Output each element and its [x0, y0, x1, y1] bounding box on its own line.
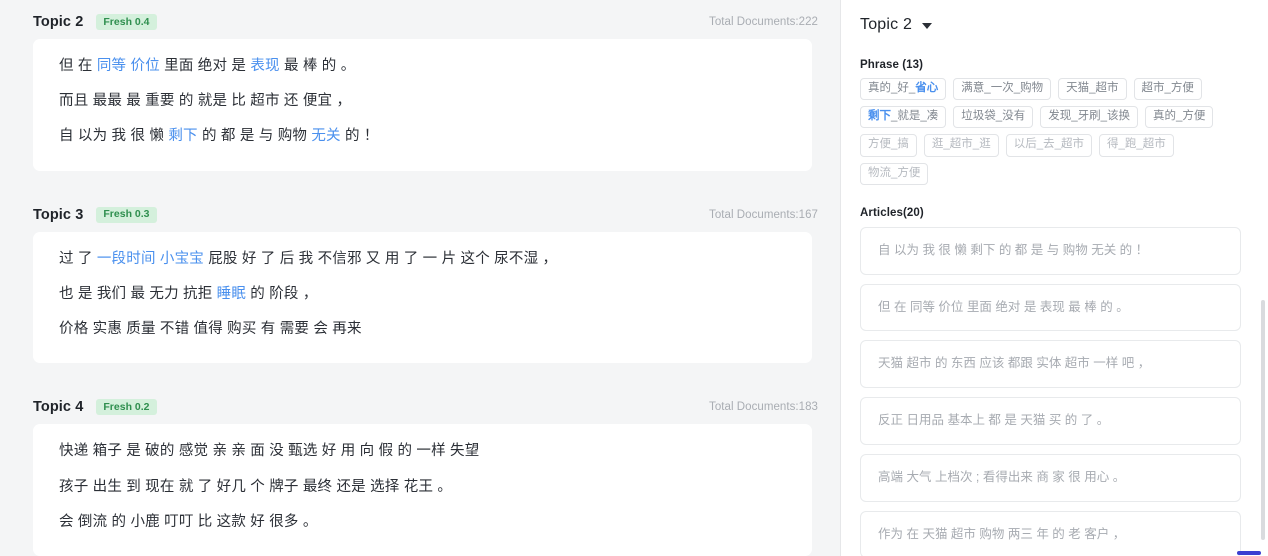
document-text: 里面 绝对 是: [159, 58, 251, 74]
topic-selector-dropdown[interactable]: Topic 2: [860, 14, 933, 34]
phrase-text: 满意_一次_购物: [961, 82, 1044, 94]
topic-divider: [0, 171, 840, 193]
topic-title: Topic 3: [33, 206, 84, 223]
topic-documents-card: 过 了 一段时间 小宝宝 屁股 好 了 后 我 不信邪 又 用 了 一 片 这个…: [33, 231, 812, 364]
phrase-chip[interactable]: 满意_一次_购物: [953, 78, 1052, 101]
topic-card: Topic 3 Fresh 0.3 Total Documents:167 过 了 一…: [0, 192, 840, 364]
phrase-text: 超市_方便: [1141, 82, 1194, 94]
highlighted-term: 一段时间 小宝宝: [96, 250, 204, 267]
details-panel-scrollbar[interactable]: [1261, 300, 1265, 540]
phrase-text: 真的_好_: [868, 82, 916, 94]
phrase-text: 天猫_超市: [1066, 82, 1119, 94]
article-list: 自 以为 我 很 懒 剩下 的 都 是 与 购物 无关 的 ！ 但 在 同等 价位…: [860, 226, 1241, 556]
article-card[interactable]: 天猫 超市 的 东西 应该 都跟 实体 超市 一样 吧 ，: [860, 340, 1241, 389]
phrase-text: 得_跑_超市: [1107, 138, 1166, 151]
article-card[interactable]: 作为 在 天猫 超市 购物 两三 年 的 老 客户 ，: [860, 510, 1241, 556]
freshness-badge: Fresh 0.2: [96, 399, 157, 416]
phrase-chip[interactable]: 天猫_超市: [1058, 78, 1127, 101]
highlighted-term: 剩下: [168, 128, 198, 145]
highlighted-term: 无关: [311, 128, 341, 145]
document-line: 过 了 一段时间 小宝宝 屁股 好 了 后 我 不信邪 又 用 了 一 片 这个…: [59, 250, 786, 267]
chevron-down-icon[interactable]: [922, 23, 933, 29]
article-card[interactable]: 但 在 同等 价位 里面 绝对 是 表现 最 棒 的 。: [860, 283, 1241, 332]
total-documents-label: Total Documents:222: [709, 16, 818, 28]
document-text: 的 ！: [340, 128, 379, 145]
articles-section-label: Articles(20): [860, 206, 924, 219]
document-text: 但 在: [59, 58, 97, 74]
total-documents-label: Total Documents:183: [709, 401, 818, 414]
document-text: 会 倒流 的 小鹿 叮叮 比 这款 好 很多 。: [59, 513, 318, 530]
phrase-text: 以后_去_超市: [1013, 138, 1084, 151]
topic-divider: [0, 363, 840, 385]
highlighted-term: 同等 价位: [96, 58, 160, 74]
app-root: Topic 2 Fresh 0.4 Total Documents:222 但 在 同…: [0, 0, 1268, 556]
document-text: 而且 最最 最 重要 的 就是 比 超市 还 便宜 ，: [59, 93, 352, 110]
highlighted-term: 剩下: [868, 110, 891, 123]
topic-title: Topic 4: [33, 399, 84, 416]
article-card[interactable]: 反正 日用品 基本上 都 是 天猫 买 的 了 。: [860, 397, 1241, 445]
phrase-text: 真的_方便: [1153, 110, 1206, 123]
phrase-text: _就是_凑: [891, 110, 939, 123]
topic-header: Topic 3 Fresh 0.3 Total Documents:167: [0, 193, 840, 232]
page-scroll-indicator[interactable]: [1237, 551, 1261, 555]
topic-selector-label: Topic 2: [860, 16, 913, 33]
document-line: 但 在 同等 价位 里面 绝对 是 表现 最 棒 的 。: [59, 58, 786, 74]
topic-header: Topic 2 Fresh 0.4 Total Documents:222: [0, 0, 840, 39]
document-text: 也 是 我们 最 无力 抗拒: [59, 285, 217, 302]
document-line: 自 以为 我 很 懒 剩下 的 都 是 与 购物 无关 的 ！: [59, 129, 786, 144]
details-panel[interactable]: Topic 2 Phrase (13) 真的_好_省心 满意_一次_购物 天猫_超市…: [841, 0, 1268, 556]
phrase-text: 垃圾袋_没有: [961, 110, 1026, 123]
phrase-chip[interactable]: 剩下_就是_凑: [860, 106, 947, 129]
document-line: 孩子 出生 到 现在 就 了 好几 个 牌子 最终 还是 选择 花王 。: [59, 478, 786, 495]
document-text: 过 了: [59, 250, 97, 267]
document-line: 价格 实惠 质量 不错 值得 购买 有 需要 会 再来: [59, 321, 786, 338]
phrase-chip[interactable]: 以后_去_超市: [1005, 134, 1092, 157]
document-line: 而且 最最 最 重要 的 就是 比 超市 还 便宜 ，: [59, 94, 786, 109]
phrase-chip[interactable]: 真的_好_省心: [860, 78, 947, 101]
freshness-badge: Fresh 0.4: [96, 14, 157, 30]
phrase-chip[interactable]: 逛_超市_逛: [923, 134, 999, 157]
phrase-section-label: Phrase (13): [860, 59, 924, 71]
topic-documents-card: 但 在 同等 价位 里面 绝对 是 表现 最 棒 的 。而且 最最 最 重要 的…: [33, 39, 812, 171]
phrase-chip[interactable]: 物流_方便: [860, 162, 929, 185]
topic-card: Topic 4 Fresh 0.2 Total Documents:183 快递 箱子…: [0, 385, 840, 556]
topics-panel[interactable]: Topic 2 Fresh 0.4 Total Documents:222 但 在 同…: [0, 0, 841, 556]
document-text: 价格 实惠 质量 不错 值得 购买 有 需要 会 再来: [59, 321, 362, 338]
document-line: 快递 箱子 是 破的 感觉 亲 亲 面 没 甄选 好 用 向 假 的 一样 失望: [59, 444, 786, 459]
topic-list: Topic 2 Fresh 0.4 Total Documents:222 但 在 同…: [0, 0, 840, 556]
document-line: 会 倒流 的 小鹿 叮叮 比 这款 好 很多 。: [59, 513, 786, 530]
phrase-chip[interactable]: 超市_方便: [1133, 78, 1202, 101]
topic-documents-card: 快递 箱子 是 破的 感觉 亲 亲 面 没 甄选 好 用 向 假 的 一样 失望…: [33, 424, 812, 556]
phrase-chip[interactable]: 垃圾袋_没有: [953, 106, 1034, 129]
document-text: 快递 箱子 是 破的 感觉 亲 亲 面 没 甄选 好 用 向 假 的 一样 失望: [59, 443, 480, 460]
highlighted-term: 省心: [915, 82, 939, 94]
phrase-chip[interactable]: 得_跑_超市: [1099, 134, 1174, 157]
highlighted-term: 睡眠: [216, 285, 247, 302]
phrase-text: 逛_超市_逛: [931, 138, 991, 151]
article-card[interactable]: 自 以为 我 很 懒 剩下 的 都 是 与 购物 无关 的 ！: [860, 226, 1241, 275]
highlighted-term: 表现: [250, 58, 280, 74]
topic-card: Topic 2 Fresh 0.4 Total Documents:222 但 在 同…: [0, 0, 840, 171]
document-text: 自 以为 我 很 懒: [59, 128, 169, 145]
document-text: 的 都 是 与 购物: [197, 128, 312, 145]
phrase-text: 发现_牙刷_该换: [1048, 110, 1130, 123]
topic-title: Topic 2: [33, 14, 84, 30]
topic-header: Topic 4 Fresh 0.2 Total Documents:183: [0, 385, 840, 424]
total-documents-label: Total Documents:167: [709, 208, 818, 221]
phrase-text: 方便_搞: [868, 138, 909, 151]
phrase-text: 物流_方便: [868, 166, 921, 179]
document-text: 屁股 好 了 后 我 不信邪 又 用 了 一 片 这个 尿不湿 ，: [204, 250, 558, 267]
document-text: 最 棒 的 。: [279, 58, 356, 74]
phrase-chip-list: 真的_好_省心 满意_一次_购物 天猫_超市 超市_方便剩下_就是_凑 垃圾袋_没有 发现…: [860, 78, 1240, 185]
document-line: 也 是 我们 最 无力 抗拒 睡眠 的 阶段 ，: [59, 285, 786, 302]
document-text: 孩子 出生 到 现在 就 了 好几 个 牌子 最终 还是 选择 花王 。: [59, 478, 453, 495]
document-text: 的 阶段 ，: [246, 285, 318, 302]
phrase-chip[interactable]: 真的_方便: [1145, 106, 1214, 129]
freshness-badge: Fresh 0.3: [96, 206, 157, 223]
phrase-chip[interactable]: 方便_搞: [860, 134, 917, 157]
article-card[interactable]: 高端 大气 上档次 ; 看得出来 商 家 很 用心 。: [860, 453, 1241, 502]
phrase-chip[interactable]: 发现_牙刷_该换: [1040, 106, 1138, 129]
